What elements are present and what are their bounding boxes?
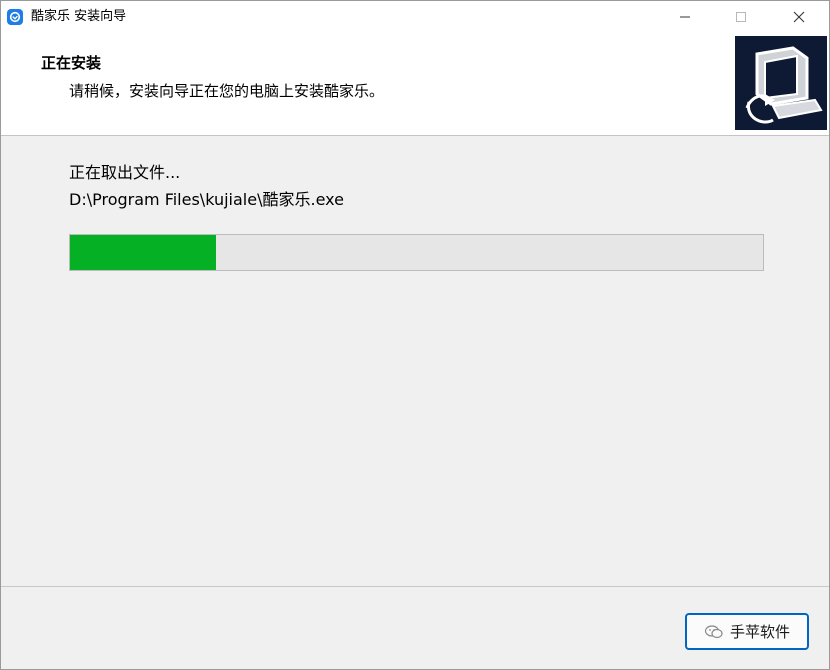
app-logo-icon xyxy=(7,9,23,25)
cancel-button[interactable]: 手苹软件 xyxy=(685,613,809,650)
installer-computer-icon xyxy=(735,36,827,130)
cancel-label: 手苹软件 xyxy=(729,623,790,641)
installer-window: 酷家乐 安装向导 正在安装 请稍候，安装向导正在您的电脑上安装酷家乐。 正在取出… xyxy=(0,0,830,670)
footer-divider xyxy=(1,586,829,587)
install-progress-bar xyxy=(69,234,764,271)
title-bar[interactable]: 酷家乐 安装向导 xyxy=(1,1,829,34)
wechat-icon xyxy=(704,624,724,640)
page-title: 正在安装 xyxy=(41,54,102,72)
maximize-button xyxy=(711,1,771,33)
close-icon xyxy=(793,11,805,23)
status-text: 正在取出文件... xyxy=(69,163,181,182)
current-file-path: D:\Program Files\kujiale\酷家乐.exe xyxy=(69,190,344,209)
minimize-icon xyxy=(680,16,690,18)
progress-fill xyxy=(70,235,216,270)
minimize-button[interactable] xyxy=(655,1,715,33)
window-title: 酷家乐 安装向导 xyxy=(31,9,127,24)
page-subtitle: 请稍候，安装向导正在您的电脑上安装酷家乐。 xyxy=(69,82,385,100)
maximize-icon xyxy=(736,12,746,22)
close-button[interactable] xyxy=(769,1,829,33)
installer-header: 正在安装 请稍候，安装向导正在您的电脑上安装酷家乐。 xyxy=(1,34,829,136)
